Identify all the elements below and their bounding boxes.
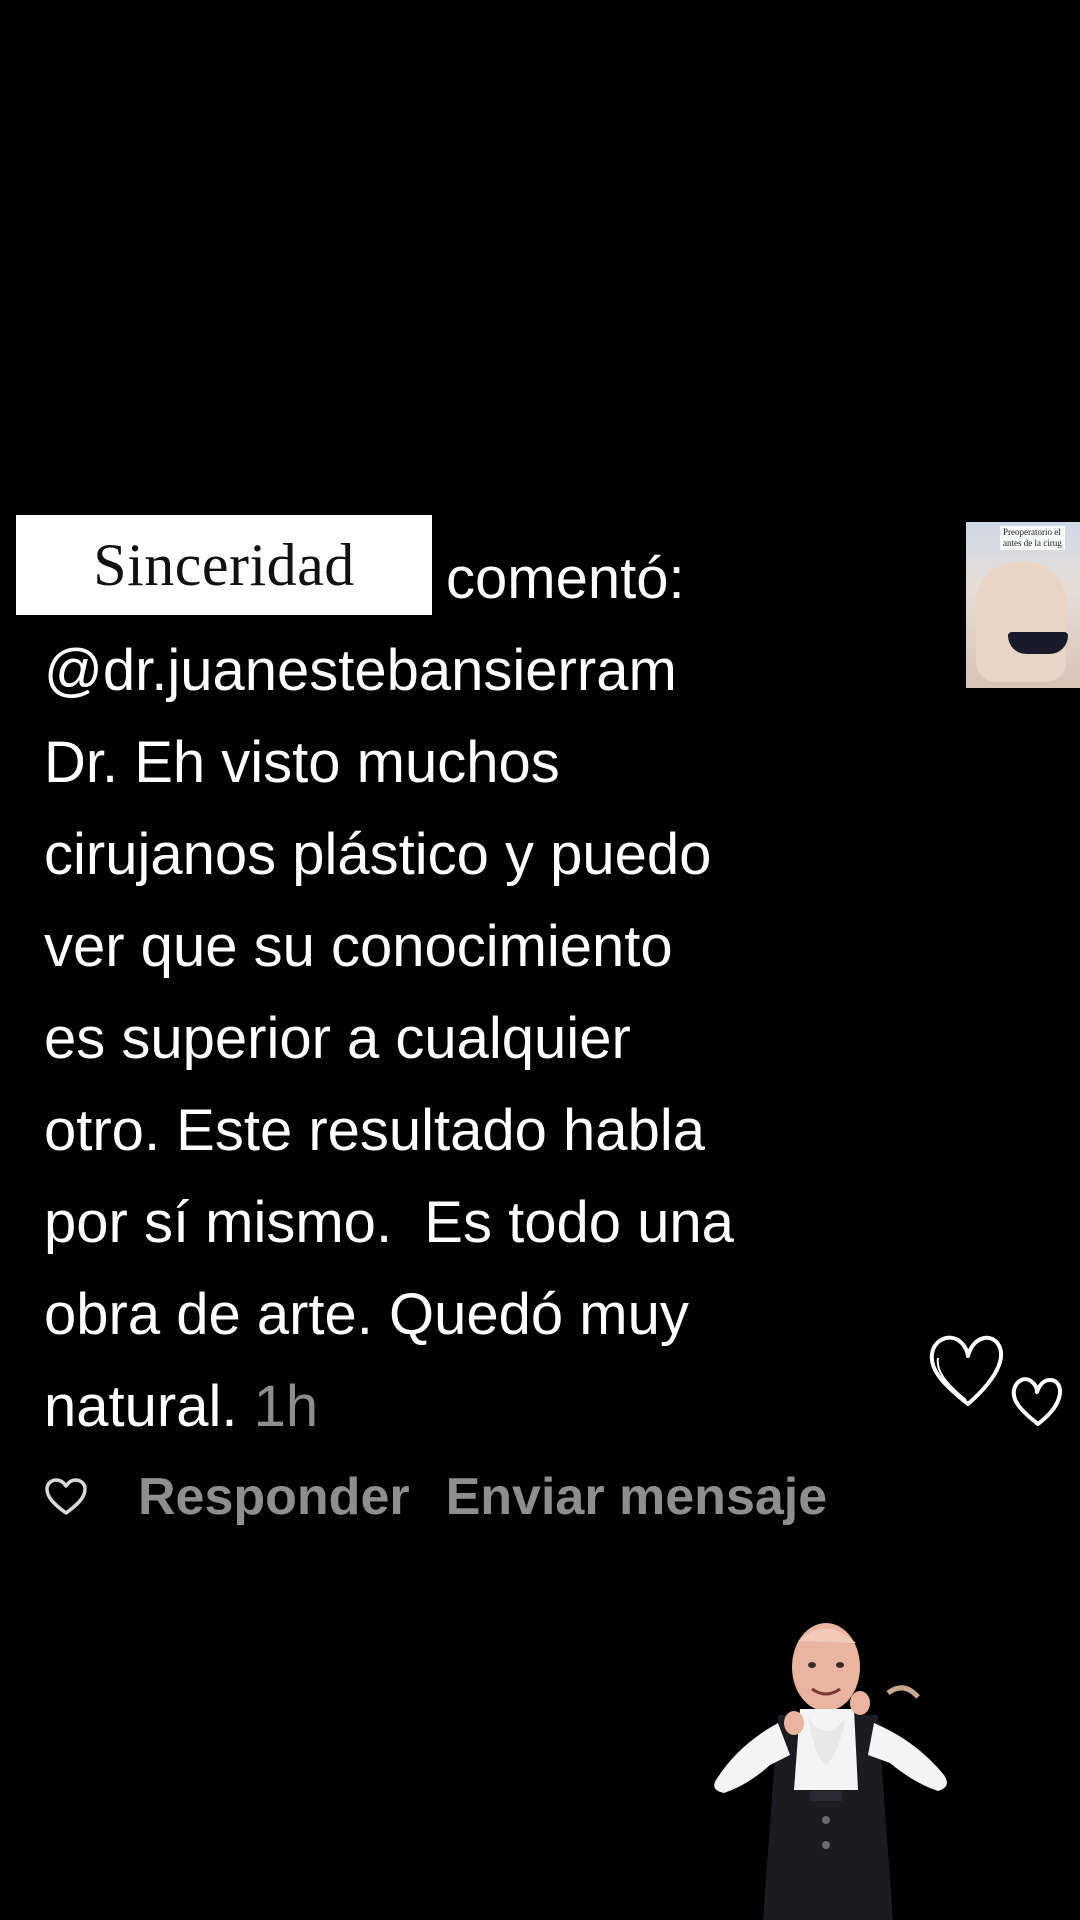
dancing-man-sticker (714, 1623, 947, 1920)
comment-text: comentó: @dr.juanestebansierram Dr. Eh v… (44, 533, 944, 1453)
thumbnail-garment-shape (1008, 632, 1068, 654)
post-thumbnail[interactable]: Preoperatorio el antes de la cirug (966, 522, 1080, 688)
comment-line-2: cirujanos plástico y puedo (44, 822, 712, 887)
comment-actions: Responder Enviar mensaje (44, 1462, 827, 1532)
comment-mention[interactable]: @dr.juanestebansierram (44, 638, 677, 703)
reply-button[interactable]: Responder (138, 1467, 410, 1527)
comment-line-5: otro. Este resultado habla (44, 1098, 705, 1163)
comment-line-7: obra de arte. Quedó muy (44, 1282, 689, 1347)
thumbnail-body-shape (976, 562, 1066, 682)
thumbnail-caption: Preoperatorio el antes de la cirug (1000, 526, 1065, 550)
story-screen: { "label": { "text": "Sinceridad" }, "co… (0, 0, 1080, 1920)
comment-line-6: por sí mismo. Es todo una (44, 1190, 734, 1255)
comment-line-8: natural. (44, 1374, 238, 1439)
comment-verb: comentó: (446, 546, 685, 611)
doodle-hearts-icon (929, 1335, 1062, 1426)
heart-outline-icon[interactable] (44, 1477, 88, 1517)
comment-timestamp: 1h (253, 1374, 319, 1439)
send-message-button[interactable]: Enviar mensaje (446, 1467, 828, 1527)
comment-line-3: ver que su conocimiento (44, 914, 673, 979)
comment-line-4: es superior a cualquier (44, 1006, 631, 1071)
comment-line-1: Dr. Eh visto muchos (44, 730, 560, 795)
